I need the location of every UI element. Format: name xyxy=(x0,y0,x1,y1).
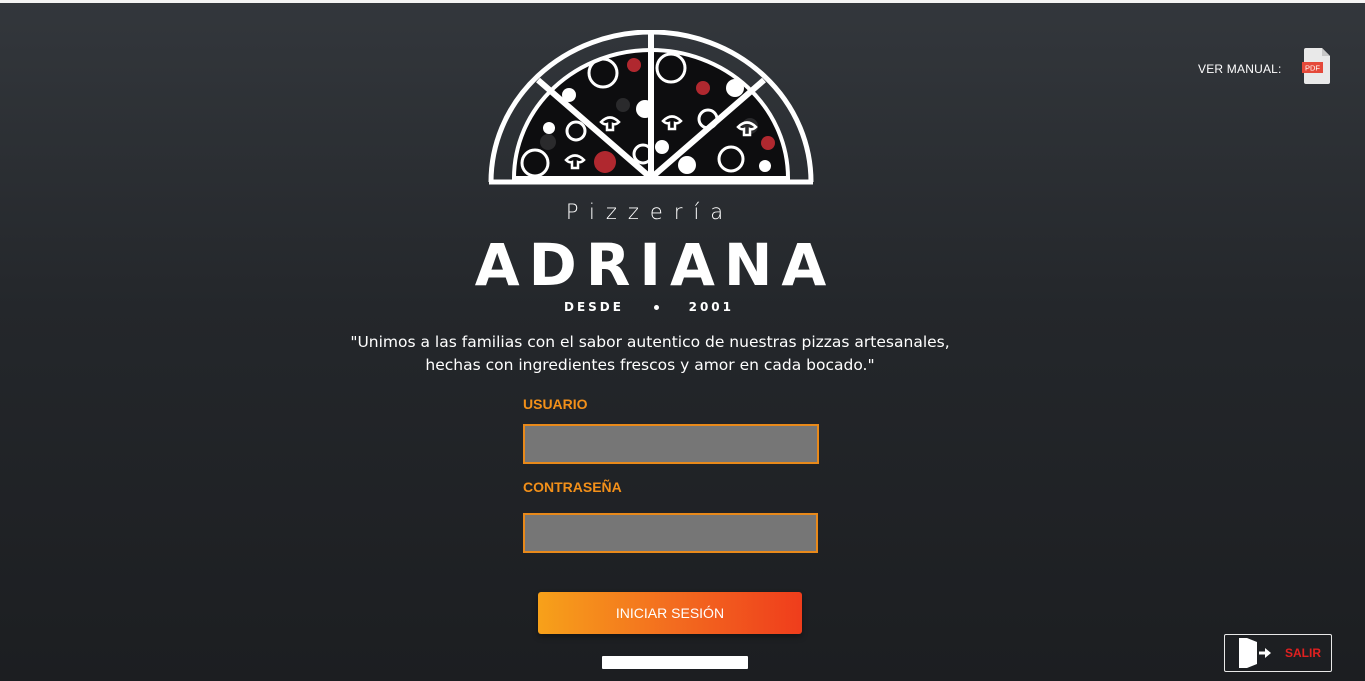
tagline-line-1: "Unimos a las familias con el sabor aute… xyxy=(350,333,950,351)
exit-label: SALIR xyxy=(1285,646,1321,660)
brand-subtitle: Pizzería xyxy=(565,200,735,224)
password-input[interactable] xyxy=(523,513,818,553)
tagline: "Unimos a las familias con el sabor aute… xyxy=(300,331,1000,377)
brand-since-word: DESDE xyxy=(564,300,624,314)
username-label: USUARIO xyxy=(523,396,588,412)
exit-door-icon xyxy=(1239,638,1271,668)
top-border xyxy=(0,0,1365,3)
password-label: CONTRASEÑA xyxy=(523,479,622,495)
pdf-file-icon[interactable]: PDF xyxy=(1301,48,1332,84)
manual-link[interactable]: VER MANUAL: PDF xyxy=(1198,48,1332,84)
brand-name: ADRIANA xyxy=(474,231,836,299)
brand-separator-dot xyxy=(653,304,659,310)
username-input[interactable] xyxy=(523,424,819,464)
footer-bar xyxy=(602,656,748,669)
brand-since: DESDE 2001 xyxy=(564,300,734,314)
tagline-line-2: hechas con ingredientes frescos y amor e… xyxy=(425,356,875,374)
exit-button[interactable]: SALIR xyxy=(1224,634,1332,672)
pdf-icon-text: PDF xyxy=(1305,64,1320,73)
pizza-logo-icon xyxy=(488,30,814,185)
login-button[interactable]: INICIAR SESIÓN xyxy=(538,592,802,634)
manual-label: VER MANUAL: xyxy=(1198,62,1282,76)
brand-since-year: 2001 xyxy=(688,300,734,314)
